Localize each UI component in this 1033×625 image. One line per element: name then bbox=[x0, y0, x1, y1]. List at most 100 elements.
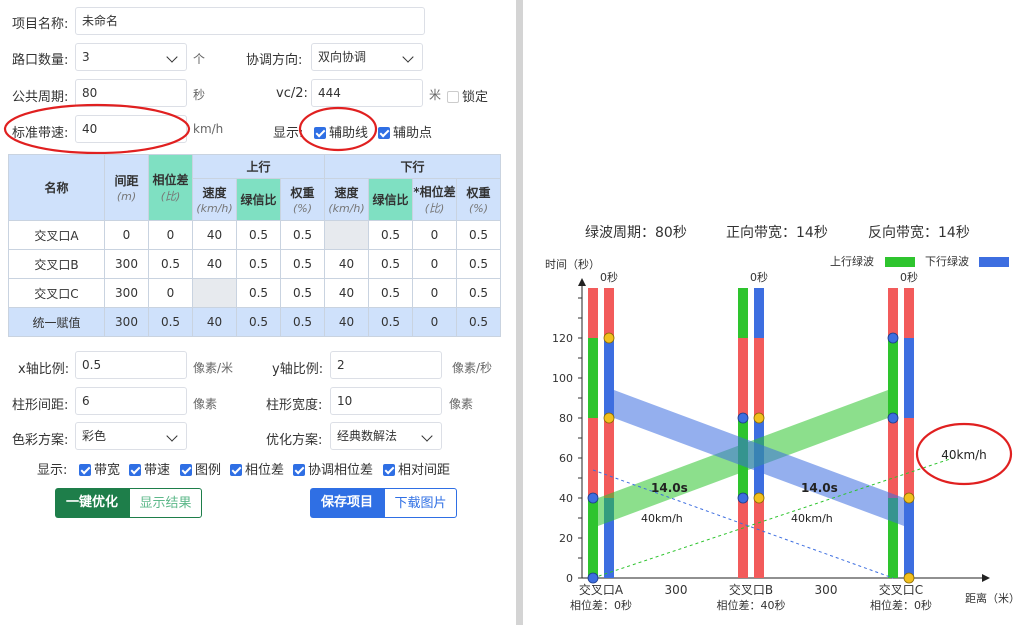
blue-point bbox=[737, 412, 749, 424]
y-tick-label: 0 bbox=[566, 572, 573, 585]
col-dn-weight: 权重 (%) bbox=[456, 178, 501, 221]
up-phase-bar bbox=[738, 288, 748, 338]
down-phase-bar bbox=[754, 288, 764, 338]
table-row-unify: 统一赋值 300 0.5 40 0.5 0.5 40 0.5 0 0.5 bbox=[8, 307, 501, 337]
up-phase-bar bbox=[888, 418, 898, 498]
phase-offset-label: 相位差：0秒 bbox=[870, 598, 932, 612]
col-up-speed: 速度 (km/h) bbox=[192, 178, 237, 221]
aux-speed-label: 40km/h bbox=[941, 448, 987, 462]
yellow-point bbox=[903, 572, 915, 584]
down-phase-bar bbox=[904, 288, 914, 338]
chevron-down-icon bbox=[166, 430, 178, 442]
down-phase-bar bbox=[604, 418, 614, 498]
display-relative-spacing-checkbox[interactable]: 相对间距 bbox=[383, 459, 450, 478]
col-dn-green: 绿信比 bbox=[368, 178, 413, 221]
table-row: 交叉口A 0 0 40 0.5 0.5 0.5 0 0.5 bbox=[8, 220, 501, 250]
up-phase-bar bbox=[888, 288, 898, 338]
top-offset-label: 0秒 bbox=[600, 270, 618, 284]
legend-down-swatch bbox=[979, 257, 1009, 267]
phase-offset-label: 相位差：40秒 bbox=[717, 598, 786, 612]
spacing-label: 300 bbox=[815, 583, 838, 597]
bar-gap-input[interactable]: 6 bbox=[75, 387, 187, 415]
bar-gap-label: 柱形间距: bbox=[12, 398, 69, 413]
aux-point-label: 辅助点 bbox=[393, 126, 433, 141]
col-dn-speed: 速度 (km/h) bbox=[324, 178, 369, 221]
yscale-input[interactable]: 2 bbox=[330, 351, 442, 379]
up-phase-bar bbox=[588, 498, 598, 578]
time-space-diagram: 绿波周期：80秒 正向带宽：14秒 反向带宽：14秒上行绿波 下行绿波 时间（秒） 距离（… bbox=[545, 224, 1020, 612]
optimize-value: 经典数解法 bbox=[337, 429, 398, 443]
display-legend-checkbox[interactable]: 图例 bbox=[180, 459, 221, 478]
download-image-button[interactable]: 下载图片 bbox=[384, 488, 457, 518]
direction-label: 协调方向: bbox=[246, 53, 303, 68]
down-phase-bar bbox=[904, 338, 914, 418]
project-name-label: 项目名称: bbox=[12, 17, 69, 32]
yellow-point bbox=[903, 492, 915, 504]
panel-divider[interactable] bbox=[516, 0, 523, 625]
chevron-down-icon bbox=[421, 430, 433, 442]
display-bandwidth-checkbox[interactable]: 带宽 bbox=[79, 459, 120, 478]
display-phase-checkbox[interactable]: 相位差 bbox=[230, 459, 284, 478]
col-up-weight: 权重 (%) bbox=[280, 178, 325, 221]
intersections-unit: 个 bbox=[193, 52, 206, 66]
vc-label: vc/2: bbox=[276, 86, 308, 101]
down-band-bandwidth-label: 14.0s bbox=[801, 481, 838, 495]
show-result-button[interactable]: 显示结果 bbox=[129, 488, 202, 518]
bar-width-label: 柱形宽度: bbox=[266, 398, 323, 413]
blue-point bbox=[887, 332, 899, 344]
y-tick-label: 20 bbox=[559, 532, 573, 545]
legend-up-swatch bbox=[885, 257, 915, 267]
y-tick-label: 40 bbox=[559, 492, 573, 505]
intersections-value: 3 bbox=[82, 50, 90, 64]
summary-reverse-bandwidth: 反向带宽：14秒 bbox=[868, 224, 970, 241]
project-name-input[interactable]: 未命名 bbox=[75, 7, 425, 35]
up-phase-bar bbox=[588, 338, 598, 418]
up-phase-bar bbox=[588, 418, 598, 498]
xscale-input[interactable]: 0.5 bbox=[75, 351, 187, 379]
bar-gap-unit: 像素 bbox=[193, 397, 218, 411]
col-up: 上行 bbox=[192, 154, 325, 179]
aux-point-checkbox[interactable]: 辅助点 bbox=[378, 122, 432, 141]
display-coord-phase-checkbox[interactable]: 协调相位差 bbox=[293, 459, 373, 478]
checkbox-checked-icon bbox=[180, 464, 192, 476]
bar-width-input[interactable]: 10 bbox=[330, 387, 442, 415]
save-project-button[interactable]: 保存项目 bbox=[310, 488, 384, 518]
vc-input[interactable]: 444 bbox=[311, 79, 423, 107]
xscale-label: x轴比例: bbox=[18, 362, 70, 377]
yellow-point bbox=[603, 332, 615, 344]
direction-select[interactable]: 双向协调 bbox=[311, 43, 423, 71]
y-tick-label: 80 bbox=[559, 412, 573, 425]
optimize-select[interactable]: 经典数解法 bbox=[330, 422, 442, 450]
color-select[interactable]: 彩色 bbox=[75, 422, 187, 450]
bar-width-unit: 像素 bbox=[449, 397, 474, 411]
up-phase-bar bbox=[738, 498, 748, 578]
y-axis-label: 时间（秒） bbox=[545, 257, 600, 271]
x-axis-arrow bbox=[982, 574, 990, 582]
optimize-label: 优化方案: bbox=[266, 433, 323, 448]
down-phase-bar bbox=[754, 338, 764, 418]
table-row: 交叉口C 300 0 0.5 0.5 40 0.5 0 0.5 bbox=[8, 278, 501, 308]
lock-checkbox[interactable]: 锁定 bbox=[447, 86, 488, 105]
display-speed-checkbox[interactable]: 带速 bbox=[129, 459, 170, 478]
intersection-label: 交叉口A bbox=[579, 582, 624, 597]
y-tick-label: 120 bbox=[552, 332, 573, 345]
yellow-point bbox=[603, 412, 615, 424]
up-phase-bar bbox=[588, 288, 598, 338]
checkbox-checked-icon bbox=[293, 464, 305, 476]
intersections-select[interactable]: 3 bbox=[75, 43, 187, 71]
direction-value: 双向协调 bbox=[318, 50, 367, 64]
col-name: 名称 bbox=[8, 154, 105, 221]
phase-offset-label: 相位差：0秒 bbox=[570, 598, 632, 612]
yscale-label: y轴比例: bbox=[272, 362, 324, 377]
col-distance: 间距 (m) bbox=[104, 154, 149, 221]
col-down: 下行 bbox=[324, 154, 501, 179]
blue-point bbox=[587, 572, 599, 584]
checkbox-checked-icon bbox=[79, 464, 91, 476]
color-label: 色彩方案: bbox=[12, 433, 69, 448]
down-phase-bar bbox=[904, 498, 914, 578]
summary-cycle: 绿波周期：80秒 bbox=[585, 225, 687, 241]
intersection-table: 名称 间距 (m) 相位差 (比) 上行 下行 速度 (km/h) 绿信比 权重 (%)… bbox=[8, 154, 501, 337]
annotation-ellipse bbox=[298, 106, 378, 152]
checkbox-checked-icon bbox=[230, 464, 242, 476]
optimize-button[interactable]: 一键优化 bbox=[55, 488, 129, 518]
